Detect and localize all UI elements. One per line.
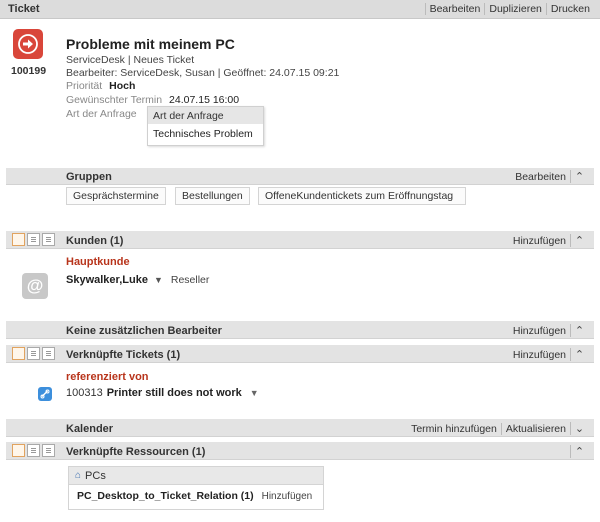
due-date-row: Gewünschter Termin 24.07.15 16:00: [66, 94, 239, 106]
customer-menu-caret-icon[interactable]: ▼: [154, 275, 163, 285]
duplicate-ticket-link[interactable]: Duplizieren: [484, 3, 546, 15]
priority-value: Hoch: [109, 80, 136, 92]
customer-row: Skywalker,Luke ▼ Reseller: [66, 274, 209, 286]
expand-calendar-icon[interactable]: ⌄: [570, 422, 588, 435]
resource-group-header: ⌂ PCs: [69, 467, 323, 485]
edit-ticket-link[interactable]: Bearbeiten: [424, 3, 485, 15]
due-date-label: Gewünschter Termin: [66, 94, 163, 106]
link-icon: [40, 389, 50, 399]
referenced-by-label: referenziert von: [66, 371, 149, 383]
group-chip: Gesprächstermine: [66, 187, 166, 205]
resource-item-row: PC_Desktop_to_Ticket_Relation (1) Hinzuf…: [69, 485, 323, 507]
calendar-bar: Kalender Termin hinzufügen Aktualisieren…: [6, 419, 594, 437]
due-date-value: 24.07.15 16:00: [169, 94, 240, 106]
ticket-meta-line1: ServiceDesk | Neues Ticket: [66, 54, 195, 66]
linked-tickets-actions: Hinzufügen ⌃: [509, 348, 588, 361]
calendar-actions: Termin hinzufügen Aktualisieren ⌄: [407, 422, 588, 435]
customer-role: Reseller: [170, 274, 210, 286]
add-linked-ticket-link[interactable]: Hinzufügen: [509, 349, 570, 361]
linked-tickets-bar: Verknüpfte Tickets (1) Hinzufügen ⌃: [6, 345, 594, 363]
resource-group-box: ⌂ PCs PC_Desktop_to_Ticket_Relation (1) …: [68, 466, 324, 510]
detail-view-icon[interactable]: [42, 347, 55, 360]
card-view-icon[interactable]: [12, 347, 25, 360]
editors-bar: Keine zusätzlichen Bearbeiter Hinzufügen…: [6, 321, 594, 339]
group-chip: Bestellungen: [175, 187, 250, 205]
card-view-icon[interactable]: [12, 444, 25, 457]
view-toggle-icons: [12, 233, 55, 246]
groups-actions: Bearbeiten ⌃: [511, 170, 588, 183]
ticket-header-bar: Ticket Bearbeiten Duplizieren Drucken: [0, 0, 600, 19]
resources-actions: ⌃: [570, 445, 588, 458]
priority-label: Priorität: [66, 80, 103, 92]
add-appointment-link[interactable]: Termin hinzufügen: [407, 423, 501, 435]
linked-ticket-caret-icon[interactable]: ▼: [250, 388, 259, 398]
resource-group-name: PCs: [85, 469, 106, 482]
refresh-calendar-link[interactable]: Aktualisieren: [500, 422, 570, 435]
groups-title: Gruppen: [66, 171, 112, 183]
collapse-customers-icon[interactable]: ⌃: [570, 234, 588, 247]
customer-avatar: @: [22, 273, 48, 299]
request-type-dropdown[interactable]: Art der Anfrage Technisches Problem: [147, 106, 264, 146]
editors-actions: Hinzufügen ⌃: [509, 324, 588, 337]
ticket-header-title: Ticket: [8, 3, 40, 15]
ticket-meta-line2: Bearbeiter: ServiceDesk, Susan | Geöffne…: [66, 67, 340, 79]
group-chip: OffeneKundentickets zum Eröffnungstag: [258, 187, 466, 205]
request-type-label: Art der Anfrage: [66, 108, 137, 120]
priority-row: Priorität Hoch: [66, 80, 135, 92]
home-icon: ⌂: [75, 470, 82, 481]
view-toggle-icons: [12, 444, 55, 457]
collapse-resources-icon[interactable]: ⌃: [570, 445, 588, 458]
linked-ticket-row: 100313 Printer still does not work ▼: [66, 387, 259, 399]
add-resource-link[interactable]: Hinzufügen: [262, 491, 313, 502]
at-sign-icon: @: [26, 276, 44, 295]
collapse-editors-icon[interactable]: ⌃: [570, 324, 588, 337]
list-view-icon[interactable]: [27, 347, 40, 360]
dropdown-option[interactable]: Technisches Problem: [148, 124, 263, 144]
ticket-subject: Probleme mit meinem PC: [66, 36, 235, 52]
list-view-icon[interactable]: [27, 233, 40, 246]
customers-bar: Kunden (1) Hinzufügen ⌃: [6, 231, 594, 249]
customer-name[interactable]: Skywalker,Luke: [66, 274, 148, 286]
arrow-circle-icon: [18, 34, 38, 54]
resources-title: Verknüpfte Ressourcen (1): [66, 446, 206, 458]
add-editor-link[interactable]: Hinzufügen: [509, 325, 570, 337]
ticket-header-actions: Bearbeiten Duplizieren Drucken: [424, 3, 594, 15]
ticket-number: 100199: [11, 65, 47, 77]
ticket-icon: [13, 29, 43, 59]
edit-groups-link[interactable]: Bearbeiten: [511, 171, 570, 183]
linked-ticket-name[interactable]: Printer still does not work: [107, 387, 242, 399]
list-view-icon[interactable]: [27, 444, 40, 457]
view-toggle-icons: [12, 347, 55, 360]
print-ticket-link[interactable]: Drucken: [545, 3, 594, 15]
collapse-linked-tickets-icon[interactable]: ⌃: [570, 348, 588, 361]
customers-actions: Hinzufügen ⌃: [509, 234, 588, 247]
groups-bar: Gruppen Bearbeiten ⌃: [6, 168, 594, 185]
detail-view-icon[interactable]: [42, 233, 55, 246]
detail-view-icon[interactable]: [42, 444, 55, 457]
add-customer-link[interactable]: Hinzufügen: [509, 235, 570, 247]
dropdown-header: Art der Anfrage: [148, 107, 263, 124]
calendar-title: Kalender: [66, 423, 114, 435]
collapse-groups-icon[interactable]: ⌃: [570, 170, 588, 183]
resource-item-name[interactable]: PC_Desktop_to_Ticket_Relation (1): [77, 490, 254, 502]
card-view-icon[interactable]: [12, 233, 25, 246]
linked-ticket-number: 100313: [66, 387, 103, 399]
resources-bar: Verknüpfte Ressourcen (1) ⌃: [6, 442, 594, 460]
linked-ticket-icon: [38, 387, 52, 401]
customers-title: Kunden (1): [66, 235, 124, 247]
editors-title: Keine zusätzlichen Bearbeiter: [66, 325, 222, 337]
main-customer-label: Hauptkunde: [66, 256, 130, 268]
linked-tickets-title: Verknüpfte Tickets (1): [66, 349, 181, 361]
